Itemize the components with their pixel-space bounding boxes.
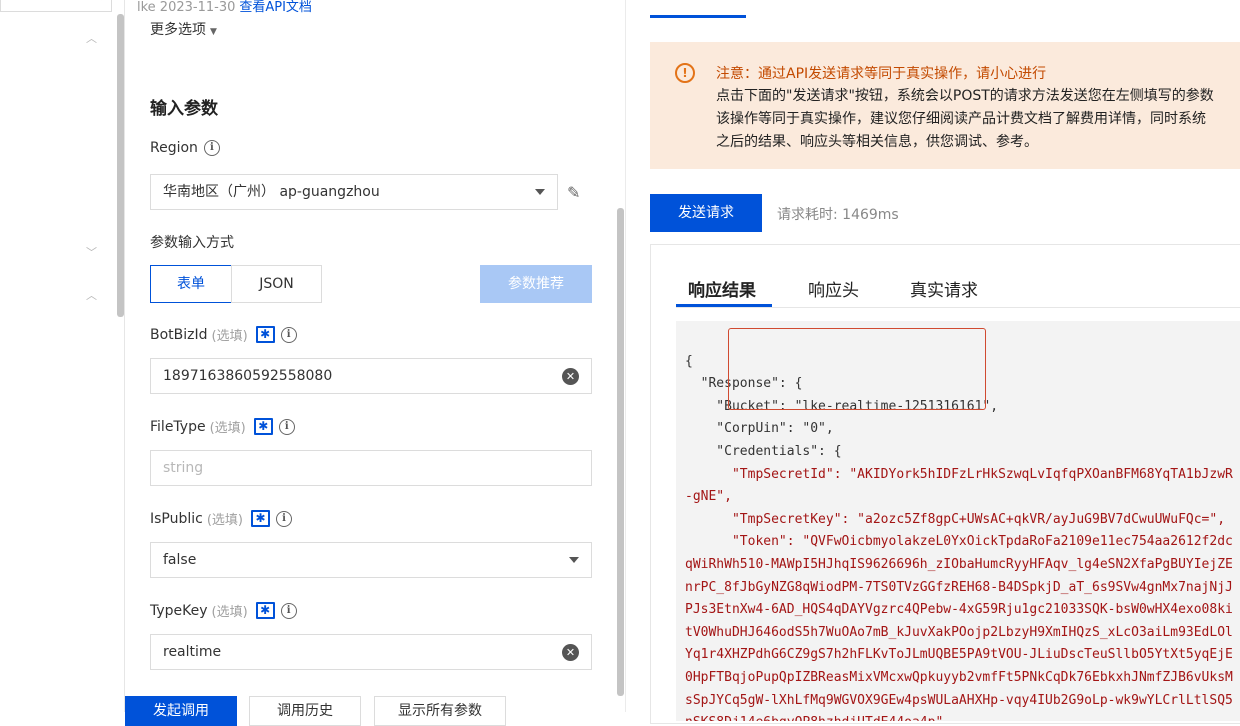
info-icon[interactable]: i [276,510,293,527]
json-edit-icon[interactable]: ✱ [255,326,275,343]
code-line: "TmpSecretId": "AKIDYork5hIDFzLrHkSzwqLv… [685,466,1233,482]
api-meta: lke 2023-11-30 查看API文档 [137,0,312,15]
code-line: 0HpFTBqjoPupQpIZBReasMixVMcxwQpkuyyb2vmf… [685,669,1233,685]
json-edit-icon[interactable]: ✱ [251,510,271,527]
code-line: "CorpUin": "0", [685,421,834,437]
tab-response-result[interactable]: 响应结果 [688,276,756,301]
left-scrollbar[interactable] [117,14,124,317]
ispublic-select[interactable]: false [150,542,592,578]
chevron-down-icon[interactable]: ﹀ [86,244,97,260]
warning-line-1: 点击下面的"发送请求"按钮，系统会以POST的请求方法发送您在左侧填写的参数 [716,88,1214,104]
caret-down-icon: ▼ [210,27,217,37]
more-options-toggle[interactable]: 更多选项 ▼ [150,19,217,39]
params-panel: lke 2023-11-30查看API文档 ⧉ ◌ 更多选项▼ 输入参数 Reg… [125,0,682,726]
show-all-params-button[interactable]: 显示所有参数 [374,696,506,726]
field-name: TypeKey [150,602,208,619]
field-name: IsPublic [150,510,203,527]
warning-title: 注意：通过API发送请求等同于真实操作，请小心进行 [716,66,1047,82]
json-edit-icon[interactable]: ✱ [255,602,275,619]
info-icon[interactable]: i [278,418,295,435]
field-name: FileType [150,418,206,435]
clear-icon[interactable]: ✕ [562,644,579,661]
chevron-up-icon[interactable]: ︿ [86,30,97,46]
pencil-icon[interactable]: ✎ [567,183,580,202]
filetype-placeholder: string [163,460,204,476]
ispublic-value: false [163,552,197,568]
optional-tag: (选填) [211,605,248,620]
response-tab-divider [676,307,1240,308]
params-scrollbar[interactable] [617,208,624,696]
tab-json-mode[interactable]: JSON [231,265,322,303]
api-version-text: lke 2023-11-30 [137,0,236,15]
field-label-botbizid: BotBizId (选填) ✱ i [150,325,297,344]
highlight-annotation-box [728,328,986,410]
warning-icon: ! [675,63,695,83]
tab-form-mode[interactable]: 表单 [150,265,232,303]
info-icon[interactable]: i [280,326,297,343]
field-label-ispublic: IsPublic (选填) ✱ i [150,509,293,528]
typekey-value: realtime [163,644,222,660]
chevron-up-icon[interactable]: ︿ [86,287,97,303]
recommend-params-button[interactable]: 参数推荐 [480,265,592,303]
code-line: Yq1r4XHZPdhG6CZ9gS7h2hFLKvToJLmUQBE5PA9t… [685,647,1233,663]
clear-icon[interactable]: ✕ [562,368,579,385]
tab-response-headers[interactable]: 响应头 [808,276,859,301]
field-name: BotBizId [150,326,208,343]
filetype-input[interactable]: string [150,450,592,486]
region-value: 华南地区（广州） ap-guangzhou [163,184,380,200]
code-line: nSKS8Dj14e6bqyOP8hzhdjUTdE44oa4p" [685,712,1240,721]
code-line: sSpJYCq5gW-lXhLfMq9WGVOX9GEw4psWULaAHXHp… [685,692,1233,708]
info-icon[interactable]: i [203,140,220,156]
active-tab-indicator [650,15,746,18]
caret-down-icon [569,557,579,563]
optional-tag: (选填) [209,421,246,436]
json-edit-icon[interactable]: ✱ [253,418,273,435]
api-doc-link[interactable]: 查看API文档 [239,0,312,15]
warning-line-2: 该操作等同于真实操作，建议您仔细阅读产品计费文档了解费用详情，同时系统 [716,111,1206,127]
tab-real-request[interactable]: 真实请求 [910,276,978,301]
more-options-label: 更多选项 [150,22,206,38]
warning-banner: ! 注意：通过API发送请求等同于真实操作，请小心进行 点击下面的"发送请求"按… [650,42,1240,169]
region-label: Region i [150,140,220,156]
input-mode-label: 参数输入方式 [150,235,234,251]
warning-line-3: 之后的结果、响应头等相关信息，供您调试、参考。 [716,134,1038,150]
chevron-down-icon: ▼ [98,0,105,2]
region-select[interactable]: 华南地区（广州） ap-guangzhou [150,174,558,210]
top-select-box[interactable]: ▼ [0,0,112,12]
left-nav-strip: ▼ ︿ ﹀ ︿ [0,0,125,712]
typekey-input[interactable]: realtime ✕ [150,634,592,670]
call-history-button[interactable]: 调用历史 [249,696,361,726]
optional-tag: (选填) [211,329,248,344]
elapsed-time: 请求耗时: 1469ms [777,207,899,223]
code-line: "Token": "QVFwOicbmyolakzeL0YxOickTpdaRo… [685,534,1233,550]
invoke-button[interactable]: 发起调用 [125,696,237,726]
section-title: 输入参数 [150,99,218,119]
field-label-filetype: FileType (选填) ✱ i [150,417,295,436]
field-label-typekey: TypeKey (选填) ✱ i [150,601,297,620]
caret-down-icon [535,189,545,195]
code-line: PJs3EtnXw4-6AD_HQS4qDAYVgzrc4QPebw-4xG59… [685,602,1233,618]
code-line: nrPC_8fJbGyNZG8qWiodPM-7TS0TVzGGfzREH68-… [685,579,1233,595]
info-icon[interactable]: i [280,602,297,619]
code-line: tV0WhuDHJ646odS5h7WuOAo7mB_kJuvXakPOojp2… [685,624,1233,640]
optional-tag: (选填) [206,513,244,528]
code-line: -gNE", [685,489,732,505]
code-line: "TmpSecretKey": "a2ozc5Zf8gpC+UWsAC+qkVR… [685,511,1226,527]
code-line: qWiRhWh510-MAWpI5HJhqIS9626696h_zIObaHum… [685,556,1233,572]
send-request-button[interactable]: 发送请求 [650,194,762,232]
botbizid-value: 1897163860592558080 [163,368,333,384]
botbizid-input[interactable]: 1897163860592558080 ✕ [150,358,592,394]
region-label-text: Region [150,140,198,156]
code-line: "Credentials": { [685,443,842,459]
